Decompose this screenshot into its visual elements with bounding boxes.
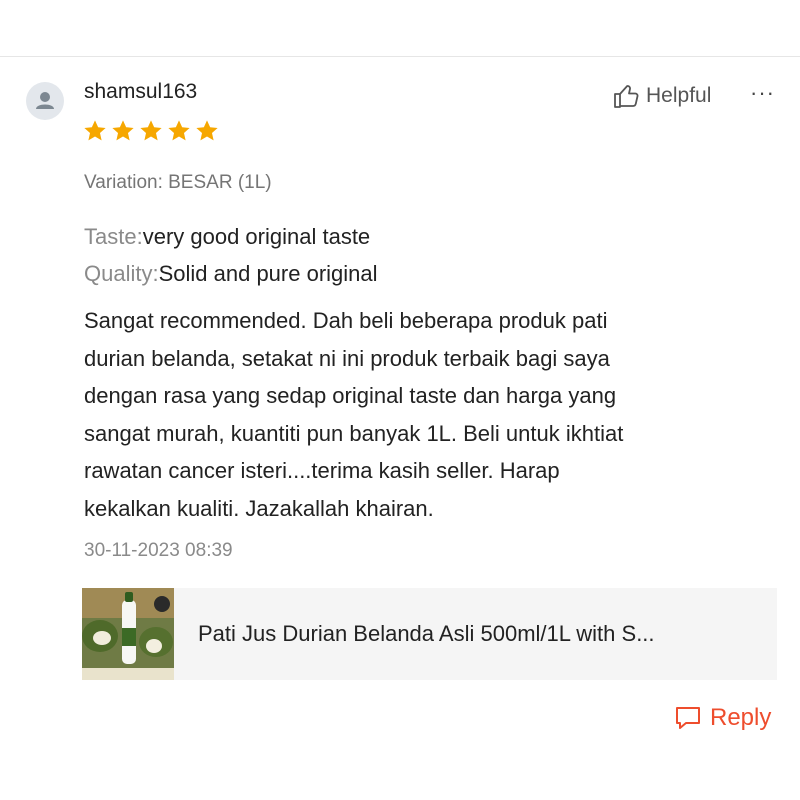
review-timestamp: 30-11-2023 08:39 bbox=[84, 540, 233, 561]
reviewer-username: shamsul163 bbox=[84, 80, 198, 103]
product-card[interactable]: Pati Jus Durian Belanda Asli 500ml/1L wi… bbox=[82, 588, 777, 680]
rating-stars bbox=[82, 118, 220, 144]
review-body-line: rawatan cancer isteri....terima kasih se… bbox=[84, 458, 560, 483]
product-title: Pati Jus Durian Belanda Asli 500ml/1L wi… bbox=[198, 621, 655, 646]
more-options-button[interactable]: ··· bbox=[750, 80, 775, 106]
attribute-value: Solid and pure original bbox=[158, 261, 378, 286]
review-body: Sangat recommended. Dah beli beberapa pr… bbox=[84, 302, 764, 527]
variation-text: Variation: BESAR (1L) bbox=[84, 172, 272, 193]
reply-button[interactable]: Reply bbox=[674, 704, 771, 732]
review-body-line: kekalkan kualiti. Jazakallah khairan. bbox=[84, 495, 434, 521]
star-icon bbox=[84, 120, 106, 141]
product-thumbnail bbox=[82, 588, 174, 680]
star-icon bbox=[112, 120, 134, 141]
reply-label: Reply bbox=[710, 704, 772, 731]
review-body-line: Sangat recommended. Dah beli beberapa pr… bbox=[84, 308, 608, 333]
review-body-line: sangat murah, kuantiti pun banyak 1L. Be… bbox=[84, 420, 624, 446]
attribute-key: Quality: bbox=[84, 261, 159, 286]
star-icon bbox=[196, 120, 218, 141]
thumbs-up-icon bbox=[614, 85, 639, 108]
attribute-key: Taste: bbox=[84, 224, 143, 249]
user-avatar-icon[interactable] bbox=[26, 82, 64, 120]
star-icon bbox=[168, 120, 190, 141]
helpful-label: Helpful bbox=[646, 84, 712, 107]
review-body-line: dengan rasa yang sedap original taste da… bbox=[84, 383, 617, 408]
attribute-taste: Taste:very good original taste bbox=[84, 224, 370, 250]
helpful-button[interactable]: Helpful bbox=[612, 82, 711, 110]
attribute-quality: Quality:Solid and pure original bbox=[84, 261, 378, 287]
chat-bubble-icon bbox=[676, 707, 700, 729]
attribute-value: very good original taste bbox=[142, 224, 371, 249]
star-icon bbox=[140, 120, 162, 141]
review-body-line: durian belanda, setakat ni ini produk te… bbox=[84, 345, 610, 371]
top-divider bbox=[0, 56, 800, 57]
